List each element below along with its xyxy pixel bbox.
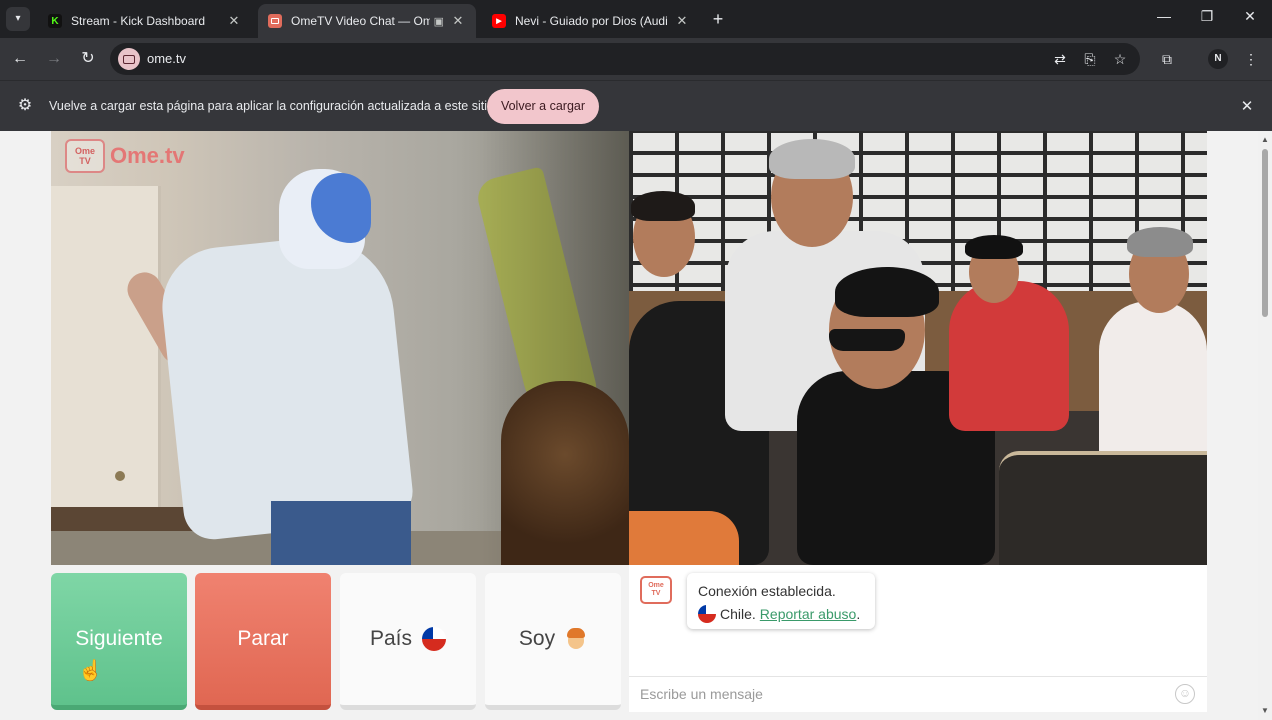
stop-button-label: Parar (237, 627, 289, 650)
reload-icon[interactable]: ↻ (77, 48, 99, 70)
reload-infobar: ⚙ Vuelve a cargar esta página para aplic… (0, 80, 1272, 131)
ometv-page: Ome TV Ome.tv Siguiente Parar País Soy ☝… (0, 131, 1272, 720)
screen-share-icon: ▣ (433, 15, 444, 28)
bookmark-star-icon[interactable]: ☆ (1110, 49, 1130, 69)
address-bar[interactable]: ome.tv (110, 43, 1140, 75)
tab-title: Stream - Kick Dashboard (71, 14, 206, 28)
new-tab-icon[interactable]: + (708, 9, 728, 29)
minimize-icon[interactable]: — (1153, 8, 1175, 24)
gender-button[interactable]: Soy (485, 573, 621, 710)
ometv-watermark: Ome TV Ome.tv (65, 139, 185, 173)
video-scene-hair (631, 191, 695, 221)
country-button-label: País (369, 627, 413, 650)
video-scene-cap (965, 235, 1023, 259)
forward-arrow-icon[interactable]: → (43, 48, 65, 70)
gender-button-label: Soy (518, 627, 556, 650)
connection-status-text: Conexión establecida. (698, 583, 836, 599)
video-scene-person (156, 229, 416, 543)
reload-page-button[interactable]: Volver a cargar (487, 89, 599, 124)
remote-video (629, 131, 1207, 565)
url-text[interactable]: ome.tv (147, 51, 186, 66)
window-close-icon[interactable]: ✕ (1239, 8, 1261, 25)
boy-emoji-icon (565, 627, 587, 651)
chile-flag-icon (422, 627, 447, 651)
ometv-chat-logo-icon: Ome TV (640, 576, 672, 604)
next-button[interactable]: Siguiente (51, 573, 187, 710)
chat-message-input[interactable] (640, 686, 1160, 702)
profile-avatar[interactable]: N (1208, 49, 1228, 69)
tab-search-chevron-icon[interactable]: ▾ (6, 7, 30, 31)
tab-youtube-nevi[interactable]: ▶ Nevi - Guiado por Dios (Audio ✕ (482, 4, 700, 38)
chat-panel: Ome TV Conexión establecida. Chile. Repor… (629, 565, 1207, 712)
tab-close-icon[interactable]: ✕ (674, 13, 690, 29)
scroll-down-arrow-icon[interactable]: ▼ (1261, 706, 1269, 715)
tab-close-icon[interactable]: ✕ (450, 13, 466, 29)
hand-pointer-cursor-icon: ☝ (78, 660, 103, 682)
partner-country-text: Chile. (720, 606, 756, 622)
infobar-message: Vuelve a cargar esta página para aplicar… (49, 99, 494, 113)
scrollbar-thumb[interactable] (1262, 149, 1268, 317)
extensions-icon[interactable]: ⧉ (1157, 49, 1177, 69)
ometv-favicon-icon (268, 14, 282, 28)
local-video: Ome TV Ome.tv (51, 131, 629, 565)
video-scene-hair (769, 139, 855, 179)
video-scene-hair (835, 267, 939, 317)
report-abuse-link[interactable]: Reportar abuso (760, 606, 857, 622)
back-arrow-icon[interactable]: ← (9, 48, 31, 70)
settings-gear-icon: ⚙ (17, 97, 33, 114)
chat-input-bar: ☺ (629, 676, 1207, 712)
video-scene-cushion (999, 451, 1207, 565)
report-period: . (856, 606, 861, 622)
video-scene-shorts (629, 511, 739, 565)
video-scene-person (949, 281, 1069, 431)
video-scene-doorknob (115, 471, 125, 481)
site-info-icon[interactable] (118, 48, 140, 70)
tab-close-icon[interactable]: ✕ (226, 13, 242, 29)
video-scene-door (51, 186, 161, 516)
page-scrollbar[interactable]: ▲ ▼ (1258, 131, 1272, 720)
emoji-smiley-icon[interactable]: ☺ (1175, 684, 1195, 704)
country-button[interactable]: País (340, 573, 476, 710)
ometv-logo-text: Ome.tv (110, 143, 185, 168)
infobar-close-icon[interactable]: ✕ (1238, 97, 1256, 115)
translate-icon[interactable]: ⇄ (1050, 49, 1070, 69)
tab-kick-dashboard[interactable]: K Stream - Kick Dashboard ✕ (38, 4, 252, 38)
restore-icon[interactable]: ❐ (1196, 8, 1218, 25)
tab-title: Nevi - Guiado por Dios (Audio (515, 14, 668, 28)
ometv-tv-icon: Ome TV (65, 139, 105, 173)
youtube-favicon-icon: ▶ (492, 14, 506, 28)
browser-toolbar: ← → ↻ ome.tv ⇄ ⎘ ☆ ⧉ N ⋮ (0, 38, 1272, 80)
system-message-bubble: Conexión establecida. Chile. Reportar ab… (687, 573, 875, 629)
video-scene-sunglasses (829, 329, 905, 351)
tab-title: OmeTV Video Chat — Ome (291, 14, 430, 28)
video-scene-curly-head (501, 381, 629, 565)
video-scene-pants (271, 501, 411, 565)
scroll-up-arrow-icon[interactable]: ▲ (1261, 135, 1269, 144)
tab-ometv[interactable]: OmeTV Video Chat — Ome ▣ ✕ (258, 4, 476, 38)
menu-dots-icon[interactable]: ⋮ (1241, 49, 1261, 69)
chile-flag-icon (698, 605, 716, 623)
stop-button[interactable]: Parar (195, 573, 331, 710)
install-app-icon[interactable]: ⎘ (1080, 49, 1100, 69)
next-button-label: Siguiente (75, 627, 163, 650)
tab-strip: ▾ K Stream - Kick Dashboard ✕ OmeTV Vide… (0, 0, 1272, 38)
video-scene-hair (1127, 227, 1193, 257)
kick-favicon-icon: K (48, 14, 62, 28)
